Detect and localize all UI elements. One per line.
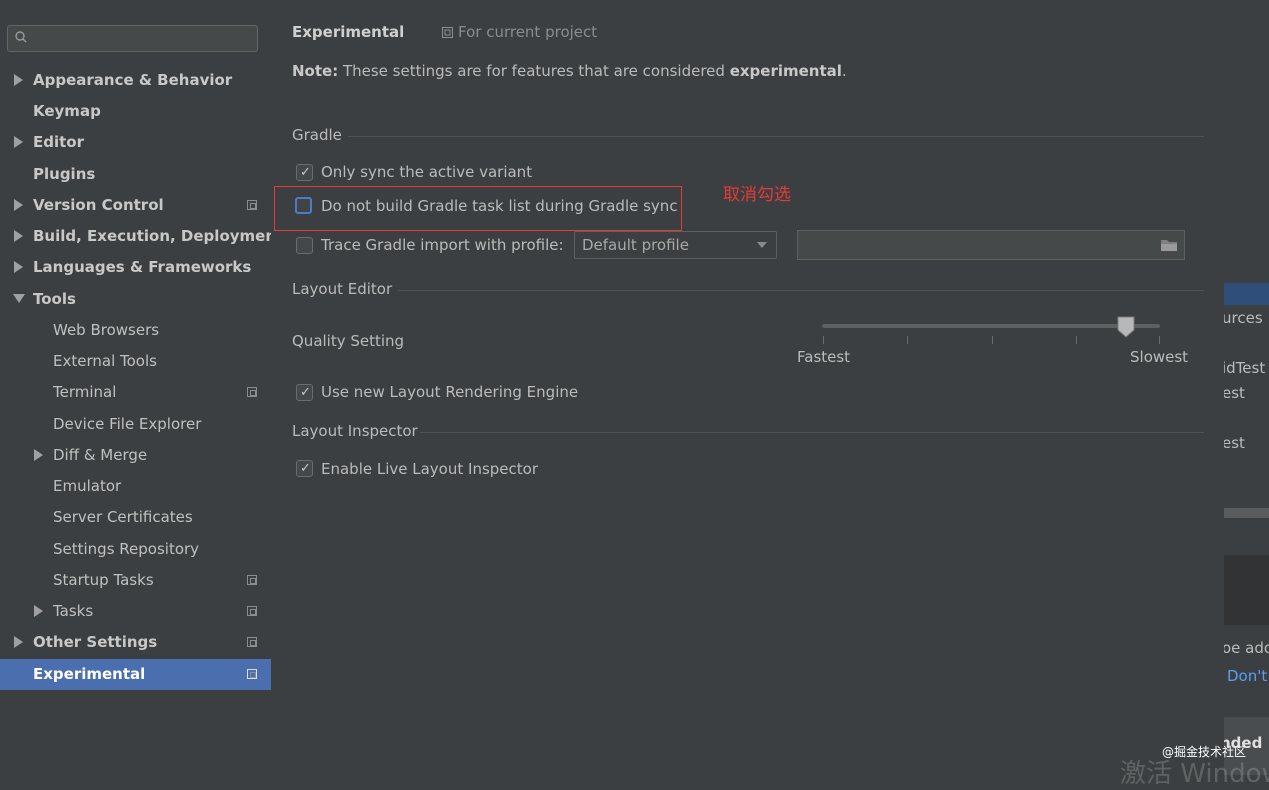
note-body: These settings are for features that are… [338, 62, 730, 80]
note-text: Note: These settings are for features th… [292, 62, 847, 80]
sidebar-item-plugins[interactable]: Plugins [33, 159, 95, 189]
sidebar-item-appearance[interactable]: Appearance & Behavior [33, 65, 232, 95]
section-divider [420, 432, 1204, 433]
project-scope-icon [247, 637, 257, 647]
sidebar-item-settings-repository[interactable]: Settings Repository [53, 534, 199, 564]
chevron-down-icon [757, 242, 767, 248]
profile-path-field[interactable] [797, 230, 1185, 260]
expand-arrow-icon[interactable] [14, 230, 23, 242]
no-task-list-checkbox[interactable] [295, 197, 312, 214]
check-icon: ✓ [300, 461, 311, 476]
sidebar-item-build[interactable]: Build, Execution, Deployment [33, 221, 283, 251]
sidebar-item-terminal[interactable]: Terminal [53, 377, 116, 407]
new-rendering-engine-label: Use new Layout Rendering Engine [321, 383, 579, 401]
new-rendering-engine-checkbox[interactable]: ✓ [296, 384, 313, 401]
expand-arrow-icon[interactable] [14, 74, 23, 86]
sidebar-item-languages[interactable]: Languages & Frameworks [33, 252, 251, 282]
profile-select-value: Default profile [582, 236, 689, 254]
bg-dark-block [1224, 555, 1269, 625]
only-sync-checkbox[interactable]: ✓ [296, 164, 313, 181]
section-header-layout-editor: Layout Editor [292, 280, 393, 298]
folder-icon[interactable] [1160, 238, 1178, 252]
sidebar-item-web-browsers[interactable]: Web Browsers [53, 315, 159, 345]
profile-select[interactable]: Default profile [574, 231, 777, 259]
slider-tick [1159, 336, 1160, 344]
bg-text: oe add [1224, 639, 1269, 657]
project-scope-icon [247, 200, 257, 210]
section-header-layout-inspector: Layout Inspector [292, 422, 418, 440]
live-layout-inspector-label: Enable Live Layout Inspector [321, 460, 538, 478]
sidebar-item-diff-merge[interactable]: Diff & Merge [53, 440, 147, 470]
expand-arrow-icon[interactable] [14, 136, 23, 148]
project-scope-icon [442, 27, 453, 38]
sidebar-item-startup-tasks[interactable]: Startup Tasks [53, 565, 154, 595]
annotation-text: 取消勾选 [723, 185, 791, 205]
no-task-list-label: Do not build Gradle task list during Gra… [321, 197, 678, 215]
watermark-text: @掘金技术社区 [1162, 745, 1247, 759]
bg-link[interactable]: Don't [1227, 667, 1267, 685]
settings-sidebar: Appearance & Behavior Keymap Editor Plug… [0, 0, 283, 775]
project-scope-icon [247, 669, 257, 679]
sidebar-item-emulator[interactable]: Emulator [53, 471, 121, 501]
slider-tick [823, 336, 824, 344]
bg-text: urces [1224, 309, 1263, 327]
sidebar-item-tasks[interactable]: Tasks [53, 596, 93, 626]
project-scope-icon [247, 606, 257, 616]
expand-arrow-icon[interactable] [14, 636, 23, 648]
collapse-arrow-icon[interactable] [13, 294, 25, 303]
bg-text: est [1224, 434, 1245, 452]
project-scope-icon [247, 387, 257, 397]
sidebar-item-server-certificates[interactable]: Server Certificates [53, 502, 193, 532]
page-title: Experimental [292, 23, 405, 41]
search-input[interactable] [7, 25, 258, 52]
background-window: urces idTest est est oe add Don't nded [1224, 0, 1269, 775]
sidebar-item-version-control[interactable]: Version Control [33, 190, 164, 220]
section-header-gradle: Gradle [292, 126, 342, 144]
only-sync-label: Only sync the active variant [321, 163, 533, 181]
bg-text: est [1224, 384, 1245, 402]
bg-scrollbar [1224, 508, 1269, 518]
sidebar-item-tools[interactable]: Tools [33, 284, 76, 314]
bg-selected-row [1224, 283, 1269, 305]
slider-min-label: Fastest [797, 348, 851, 366]
slider-tick [1076, 336, 1077, 344]
check-icon: ✓ [300, 165, 311, 180]
note-bold: experimental [729, 62, 842, 80]
expand-arrow-icon[interactable] [14, 199, 23, 211]
sidebar-item-experimental[interactable]: Experimental [33, 659, 145, 689]
sidebar-item-external-tools[interactable]: External Tools [53, 346, 157, 376]
slider-tick [992, 336, 993, 344]
search-icon [15, 31, 27, 43]
project-scope-icon [247, 575, 257, 585]
check-icon: ✓ [300, 385, 311, 400]
quality-slider-track[interactable] [822, 324, 1160, 328]
note-end: . [841, 62, 847, 80]
bg-panel [1224, 0, 1269, 283]
trace-profile-checkbox[interactable] [296, 237, 313, 254]
note-label: Note: [292, 62, 339, 80]
sidebar-item-other-settings[interactable]: Other Settings [33, 627, 157, 657]
section-divider [398, 290, 1204, 291]
expand-arrow-icon[interactable] [34, 605, 43, 617]
sidebar-item-device-file-explorer[interactable]: Device File Explorer [53, 409, 201, 439]
expand-arrow-icon[interactable] [34, 449, 43, 461]
slider-tick [907, 336, 908, 344]
sidebar-item-editor[interactable]: Editor [33, 127, 84, 157]
scope-label: For current project [458, 23, 598, 41]
slider-max-label: Slowest [1130, 348, 1189, 366]
bg-text: idTest [1224, 359, 1266, 377]
expand-arrow-icon[interactable] [14, 261, 23, 273]
sidebar-item-keymap[interactable]: Keymap [33, 96, 101, 126]
quality-slider-thumb[interactable] [1117, 316, 1135, 338]
live-layout-inspector-checkbox[interactable]: ✓ [296, 460, 313, 477]
section-divider [348, 136, 1204, 137]
trace-profile-label: Trace Gradle import with profile: [321, 236, 564, 254]
quality-setting-label: Quality Setting [292, 332, 405, 350]
